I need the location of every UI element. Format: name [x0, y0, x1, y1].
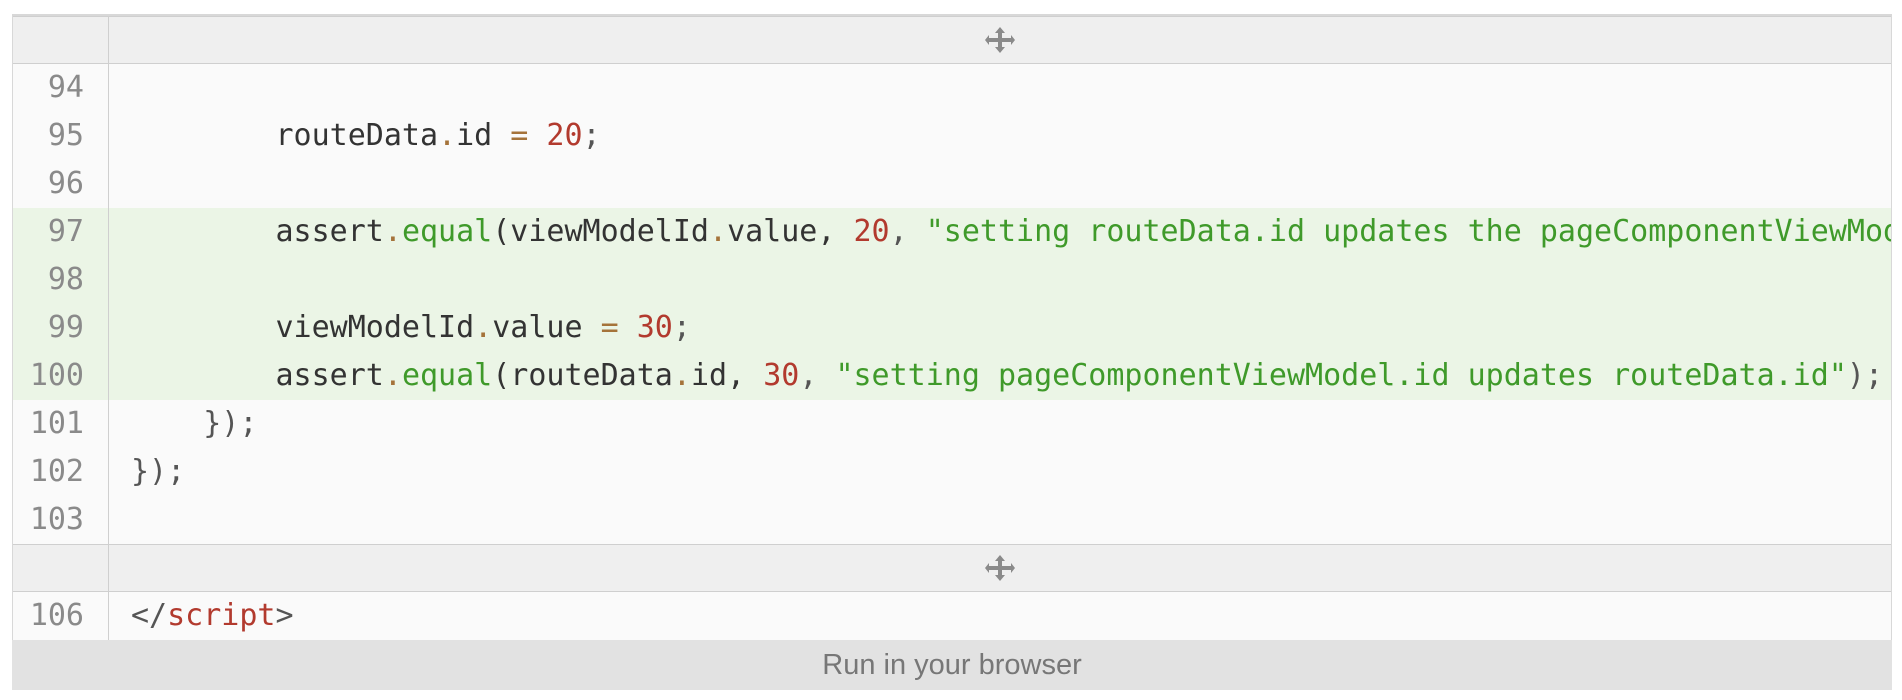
expand-below-row: [13, 544, 1891, 592]
code-line-94: 94: [13, 64, 1891, 112]
identifier: viewModelId: [131, 310, 475, 345]
tag-bracket: </: [131, 598, 168, 633]
line-number: 102: [13, 448, 109, 496]
expand-above-button[interactable]: [109, 17, 1891, 63]
line-number: 98: [13, 256, 109, 304]
line-number: 106: [13, 592, 109, 640]
identifier: value: [492, 310, 601, 345]
line-number: 97: [13, 208, 109, 256]
punctuation: ;: [672, 310, 691, 345]
punctuation: });: [131, 454, 186, 489]
code-line-100: 100 assert.equal(routeData.id, 30, "sett…: [13, 352, 1891, 400]
identifier: routeData: [131, 118, 439, 153]
punctuation: );: [1846, 358, 1884, 393]
identifier: assert: [131, 214, 384, 249]
number-literal: 20: [546, 118, 583, 153]
dot-operator: .: [672, 358, 691, 393]
line-code: });: [109, 448, 1891, 496]
line-number: 103: [13, 496, 109, 544]
line-number: 100: [13, 352, 109, 400]
code-viewer: 94 95 routeData.id = 20; 96 97 assert.eq…: [12, 14, 1892, 640]
number-literal: 30: [763, 358, 800, 393]
function-name: equal: [401, 214, 493, 249]
code-line-96: 96: [13, 160, 1891, 208]
line-code: assert.equal(viewModelId.value, 20, "set…: [109, 208, 1891, 256]
identifier: (routeData: [492, 358, 673, 393]
code-line-99: 99 viewModelId.value = 30;: [13, 304, 1891, 352]
line-code: assert.equal(routeData.id, 30, "setting …: [109, 352, 1891, 400]
punctuation: ,: [799, 358, 836, 393]
line-number: 95: [13, 112, 109, 160]
line-code: [109, 64, 1891, 112]
gutter: [13, 545, 109, 591]
line-code: viewModelId.value = 30;: [109, 304, 1891, 352]
punctuation: ;: [582, 118, 601, 153]
tag-name: script: [167, 598, 276, 633]
expand-below-button[interactable]: [109, 545, 1891, 591]
number-literal: 20: [853, 214, 890, 249]
assign-operator: =: [600, 310, 619, 345]
line-code: </script>: [109, 592, 1891, 640]
identifier: (viewModelId: [492, 214, 709, 249]
assign-operator: =: [492, 118, 547, 153]
dot-operator: .: [383, 358, 402, 393]
identifier: value,: [727, 214, 854, 249]
line-code: [109, 256, 1891, 304]
identifier: assert: [131, 358, 384, 393]
string-literal: "setting routeData.id updates the pageCo…: [925, 214, 1891, 249]
identifier: id,: [690, 358, 764, 393]
identifier: id: [456, 118, 493, 153]
code-line-106: 106 </script>: [13, 592, 1891, 640]
number-literal: 30: [636, 310, 673, 345]
line-code: [109, 160, 1891, 208]
expand-above-row: [13, 16, 1891, 64]
gutter: [13, 17, 109, 63]
dot-operator: .: [383, 214, 402, 249]
line-number: 99: [13, 304, 109, 352]
line-number: 94: [13, 64, 109, 112]
line-code: routeData.id = 20;: [109, 112, 1891, 160]
function-name: equal: [401, 358, 493, 393]
line-number: 96: [13, 160, 109, 208]
dot-operator: .: [474, 310, 493, 345]
punctuation: });: [131, 406, 258, 441]
tag-bracket: >: [275, 598, 294, 633]
dot-operator: .: [709, 214, 728, 249]
line-number: 101: [13, 400, 109, 448]
code-line-97: 97 assert.equal(viewModelId.value, 20, "…: [13, 208, 1891, 256]
code-line-102: 102 });: [13, 448, 1891, 496]
code-line-101: 101 });: [13, 400, 1891, 448]
expand-vertical-icon: [985, 27, 1015, 53]
code-line-95: 95 routeData.id = 20;: [13, 112, 1891, 160]
punctuation: ,: [889, 214, 926, 249]
code-line-103: 103: [13, 496, 1891, 544]
expand-vertical-icon: [985, 555, 1015, 581]
dot-operator: .: [438, 118, 457, 153]
run-in-browser-button[interactable]: Run in your browser: [12, 640, 1892, 690]
code-line-98: 98: [13, 256, 1891, 304]
line-code: });: [109, 400, 1891, 448]
line-code: [109, 496, 1891, 544]
string-literal: "setting pageComponentViewModel.id updat…: [835, 358, 1847, 393]
